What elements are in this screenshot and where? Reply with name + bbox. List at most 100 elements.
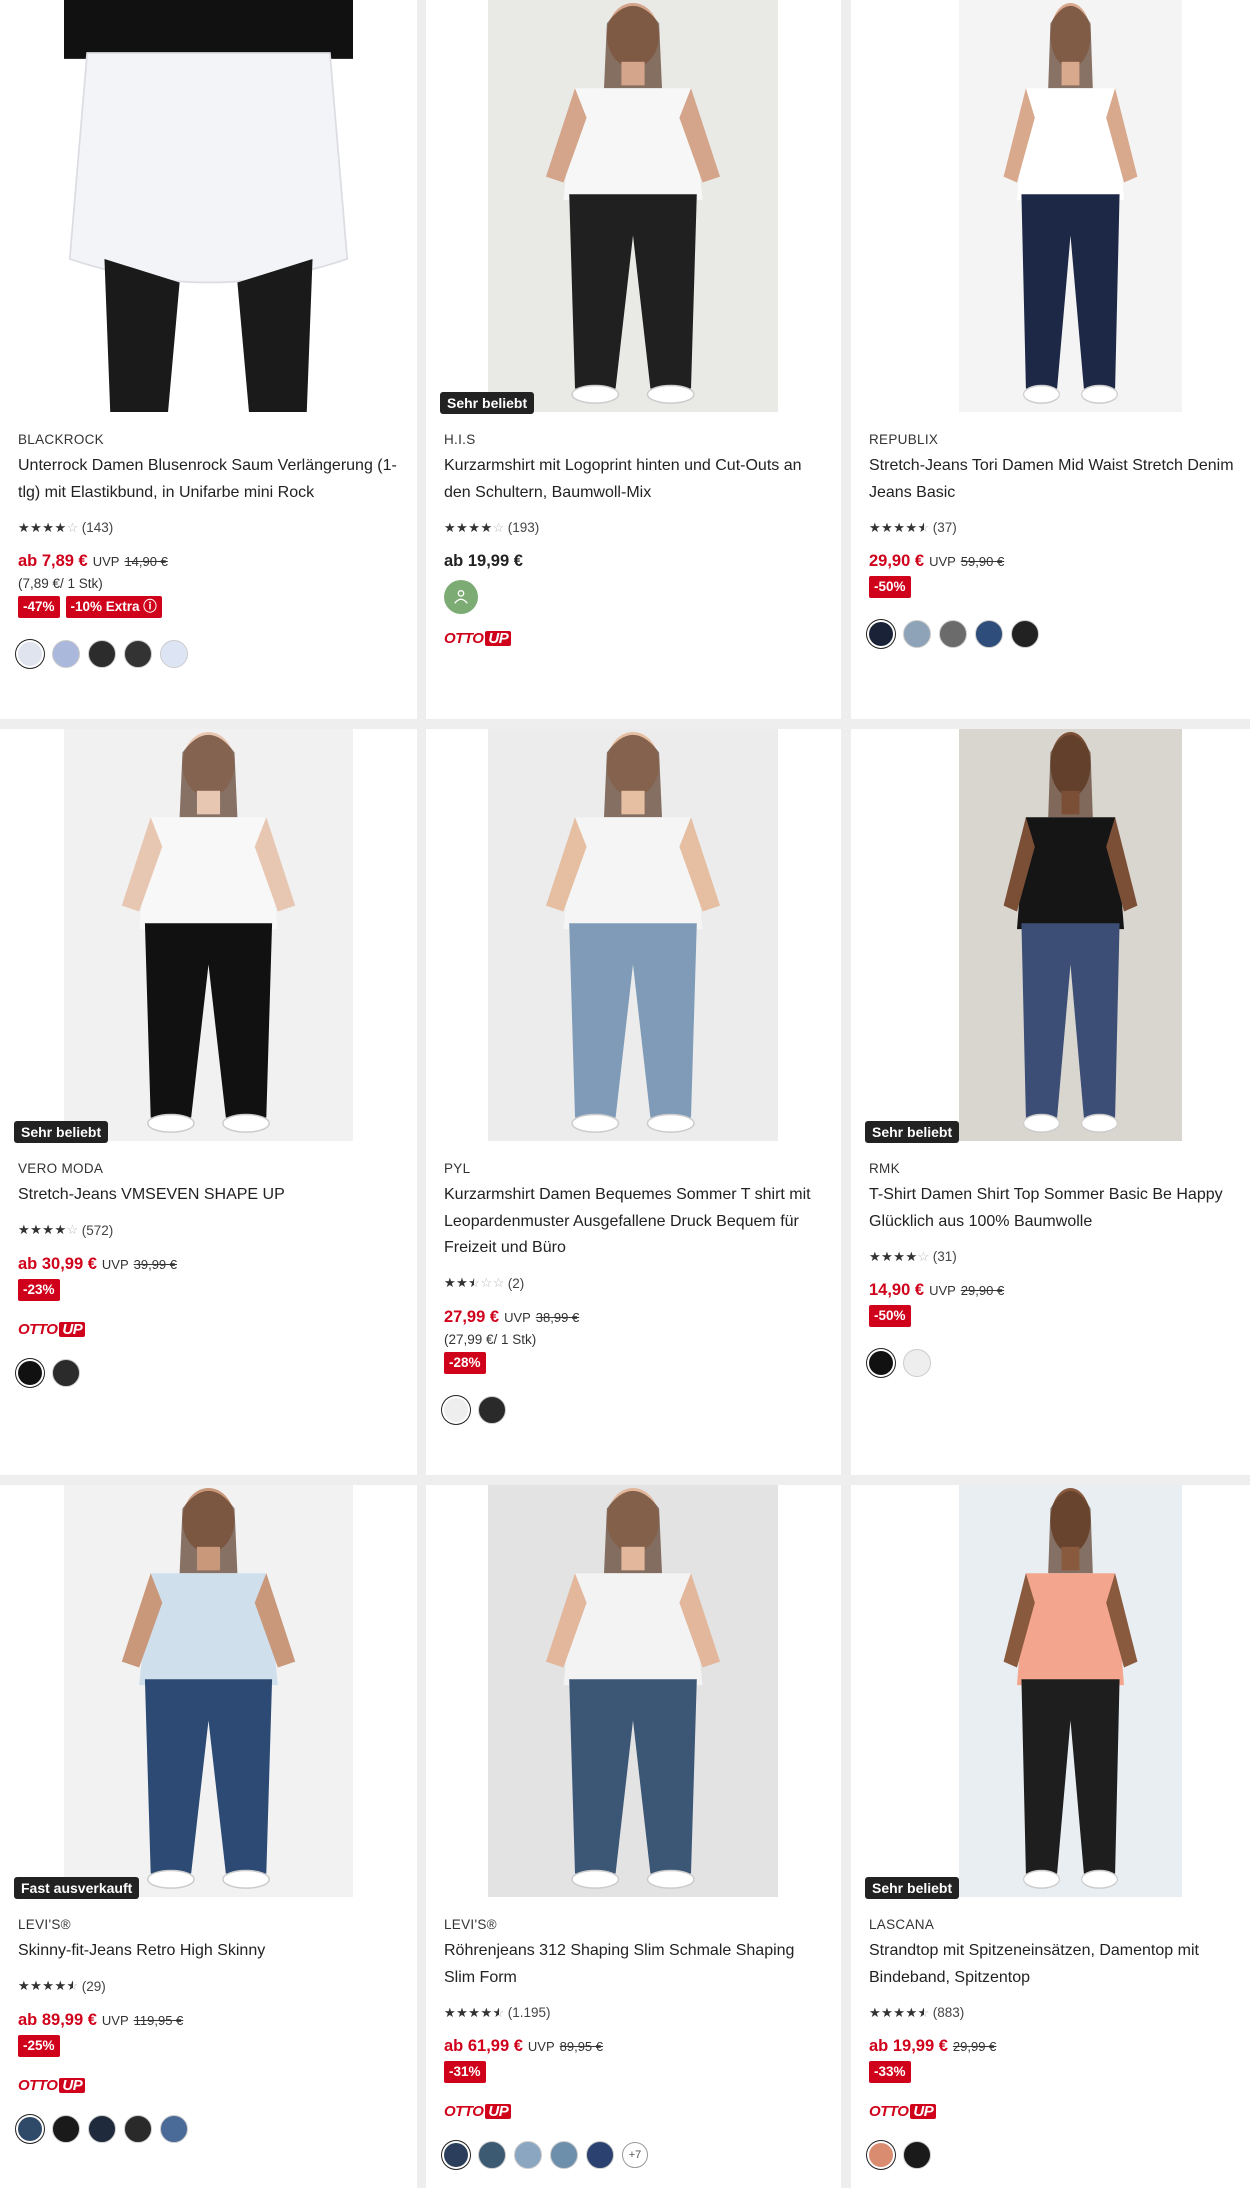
product-card[interactable]: REPUBLIX Stretch-Jeans Tori Damen Mid Wai… [851,0,1250,719]
color-swatch[interactable] [478,2141,506,2169]
color-swatch[interactable] [869,2143,893,2167]
product-card[interactable]: Fast ausverkauft LEVI'S® Skinny-fit-Jeans … [0,1485,417,2188]
star-rating: ☆☆☆☆☆★★★★★ [18,519,79,535]
star-rating-filled: ★★★★★ [18,1223,67,1237]
brand-name: H.I.S [444,432,476,447]
color-swatch[interactable] [1011,620,1039,648]
color-swatch[interactable] [18,1360,42,1385]
product-flag: Sehr beliebt [14,1121,109,1143]
color-swatches[interactable]: +7 [442,2141,648,2169]
product-card[interactable]: Sehr beliebt RMK T-Shirt Damen Shirt Top S… [851,729,1250,1475]
color-swatch[interactable] [478,1395,506,1424]
color-swatch[interactable] [939,620,967,648]
star-rating-filled: ★★★★★ [18,520,67,535]
product-image-area[interactable] [426,729,841,1145]
product-image-area[interactable]: Fast ausverkauft [0,1485,417,1901]
color-swatches[interactable] [867,1349,931,1377]
color-swatch[interactable] [18,642,42,666]
discount-badge: -31% [444,2061,486,2083]
color-swatch[interactable] [160,2114,188,2143]
star-rating: ☆☆☆☆☆★★★★★ [444,1275,505,1290]
color-swatch[interactable] [903,2141,931,2169]
product-card[interactable]: Sehr beliebt H.I.S Kurzarmshirt mit Logopr… [426,0,841,719]
color-swatch[interactable] [444,2143,468,2167]
color-swatch[interactable] [52,2114,80,2143]
uvp-price: 29,90 € [960,1283,1005,1298]
product-card[interactable]: BLACKROCK Unterrock Damen Blusenrock Saum… [0,0,417,719]
color-swatch[interactable] [869,622,893,646]
color-swatch[interactable] [869,1351,893,1375]
color-swatches[interactable] [867,620,1039,648]
product-image-area[interactable] [0,0,417,416]
color-swatch[interactable] [903,1349,931,1377]
product-image[interactable] [959,1485,1182,1897]
color-swatch[interactable] [160,640,188,668]
uvp-price: 38,99 € [535,1309,580,1325]
product-card[interactable]: PYL Kurzarmshirt Damen Bequemes Sommer T … [426,729,841,1475]
product-image-area[interactable] [426,1485,841,1901]
product-card[interactable]: LEVI'S® Röhrenjeans 312 Shaping Slim Schm… [426,1485,841,2188]
color-swatch[interactable] [444,1397,468,1422]
rating-row: ☆☆☆☆☆★★★★★(572) [18,1223,113,1238]
color-swatches[interactable] [867,2141,931,2169]
product-title[interactable]: Röhrenjeans 312 Shaping Slim Schmale Sha… [444,1938,827,1991]
color-swatches[interactable] [442,1395,506,1424]
color-swatch[interactable] [18,2116,42,2141]
product-title[interactable]: Stretch-Jeans Tori Damen Mid Waist Stret… [869,453,1236,506]
color-swatch[interactable] [124,2114,152,2143]
product-image[interactable] [959,0,1182,412]
product-card[interactable]: Sehr beliebt VERO MODA Stretch-Jeans VMSEV… [0,729,417,1475]
product-image[interactable] [64,1485,353,1897]
color-swatch[interactable] [550,2141,578,2169]
otto-up-logo: OTTO UP [18,2077,86,2094]
product-image-area[interactable] [851,0,1250,416]
color-swatches[interactable] [16,640,188,668]
product-image[interactable] [64,729,353,1141]
product-image[interactable] [488,0,778,412]
brand-name: PYL [444,1161,471,1176]
price: ab 89,99 € [18,2010,97,2029]
unit-price: (27,99 €/ 1 Stk) [444,1331,537,1347]
product-image[interactable] [959,729,1182,1141]
product-title[interactable]: Unterrock Damen Blusenrock Saum Verlänge… [18,453,403,506]
rating-row: ☆☆☆☆☆ ★★★★★ (1.195) [444,2005,551,2020]
color-swatch[interactable] [903,620,931,648]
product-title[interactable]: Kurzarmshirt Damen Bequemes Sommer T shi… [444,1182,827,1262]
product-title[interactable]: Stretch-Jeans VMSEVEN SHAPE UP [18,1182,403,1209]
product-image-area[interactable]: Sehr beliebt [426,0,841,416]
sustainability-icon[interactable] [444,580,478,614]
star-rating: ☆☆☆☆☆★★★★★ [869,519,930,535]
brand-name: LEVI'S® [18,1917,71,1932]
color-swatch[interactable] [124,640,152,668]
product-image-area[interactable]: Sehr beliebt [0,729,417,1145]
color-swatch[interactable] [52,1358,80,1387]
color-swatch[interactable] [88,640,116,668]
product-title[interactable]: Skinny-fit-Jeans Retro High Skinny [18,1938,403,1965]
price-line: ab 30,99 € UVP 39,99 € [18,1255,177,1274]
more-colors[interactable]: +7 [622,2142,648,2168]
product-card[interactable]: Sehr beliebt LASCANA Strandtop mit Spitzen… [851,1485,1250,2188]
rating-row: ☆☆☆☆☆ ★★★★★ (883) [869,2005,964,2020]
product-title[interactable]: Kurzarmshirt mit Logoprint hinten und Cu… [444,453,827,506]
star-rating-filled: ★★★★★ [869,1249,918,1264]
product-image[interactable] [488,729,778,1141]
product-image-area[interactable]: Sehr beliebt [851,729,1250,1145]
color-swatch[interactable] [514,2141,542,2169]
color-swatch[interactable] [586,2141,614,2169]
product-image[interactable] [64,0,353,412]
product-flag: Sehr beliebt [865,1121,960,1143]
color-swatches[interactable] [16,2114,188,2143]
product-title[interactable]: T-Shirt Damen Shirt Top Sommer Basic Be … [869,1182,1236,1235]
product-image-area[interactable]: Sehr beliebt [851,1485,1250,1901]
product-image[interactable] [488,1485,778,1897]
color-swatch[interactable] [88,2114,116,2143]
color-swatch[interactable] [975,620,1003,648]
uvp-price: 89,95 € [559,2039,603,2054]
otto-label: OTTO [444,2103,484,2120]
product-title[interactable]: Strandtop mit Spitzeneinsätzen, Damentop… [869,1938,1236,1991]
price: 29,90 € [869,552,925,570]
review-count: (572) [81,1222,114,1238]
color-swatch[interactable] [52,640,80,668]
color-swatches[interactable] [16,1358,80,1387]
discount-badges: -25% [18,2034,60,2057]
